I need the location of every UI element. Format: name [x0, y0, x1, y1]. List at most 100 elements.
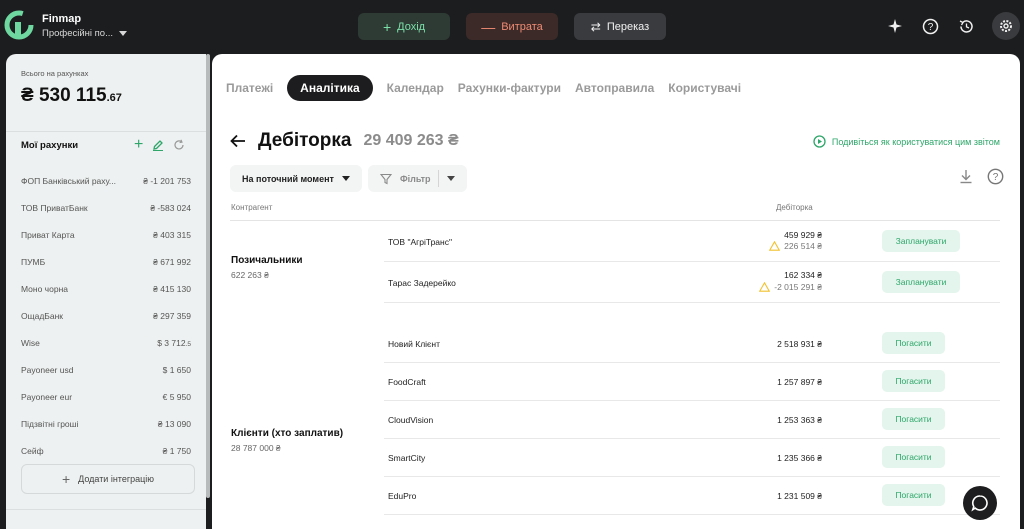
transfer-arrows-icon: ⇄: [590, 19, 601, 34]
receivable-amount: 1 235 366 ₴: [777, 453, 822, 463]
main-panel: Платежі Аналітика Календар Рахунки-факту…: [212, 54, 1020, 529]
repay-button[interactable]: Погасити: [882, 370, 945, 392]
add-income-button[interactable]: + Дохід: [358, 13, 450, 40]
add-integration-button[interactable]: + Додати інтеграцію: [21, 464, 195, 494]
edit-pencil-icon[interactable]: [152, 139, 164, 151]
download-icon[interactable]: [959, 169, 973, 184]
account-row[interactable]: Payoneer usd $ 1 650: [21, 356, 191, 383]
back-arrow-icon[interactable]: [230, 134, 246, 148]
refresh-icon[interactable]: [173, 139, 185, 151]
counterparty-name: SmartCity: [388, 453, 426, 463]
account-balance: ₴ -583 024: [150, 202, 191, 213]
how-to-use-link[interactable]: Подивіться як користуватися цим звітом: [813, 135, 1000, 148]
filter-label: Фільтр: [399, 173, 431, 184]
tab-invoices[interactable]: Рахунки-фактури: [458, 75, 561, 101]
counterparty-name: CloudVision: [388, 415, 434, 425]
repay-button[interactable]: Погасити: [882, 484, 945, 506]
how-to-use-label: Подивіться як користуватися цим звітом: [831, 136, 1000, 147]
period-dropdown[interactable]: На поточний момент: [230, 165, 362, 192]
counterparty-name: FoodCraft: [388, 377, 426, 387]
help-icon[interactable]: ?: [919, 15, 941, 37]
sparkle-icon[interactable]: [884, 15, 906, 37]
account-name: Wise: [21, 337, 40, 348]
finmap-logo-icon[interactable]: [4, 10, 34, 40]
report-header: Дебіторка 29 409 263 ₴: [230, 130, 459, 152]
filter-dropdown[interactable]: Фільтр: [367, 165, 468, 192]
column-header-counterparty: Контрагент: [231, 203, 273, 212]
add-account-icon[interactable]: +: [134, 137, 143, 153]
accounts-actions: +: [134, 137, 185, 153]
account-row[interactable]: ОщадБанк ₴ 297 359: [21, 302, 191, 329]
repay-button[interactable]: Погасити: [882, 408, 945, 430]
add-transfer-label: Переказ: [606, 20, 650, 33]
account-name: Підзвітні гроші: [21, 418, 79, 429]
tab-users[interactable]: Користувачі: [668, 75, 741, 101]
column-header-receivable: Дебіторка: [776, 203, 813, 212]
account-balance: € 5 950: [162, 391, 191, 402]
accounts-sidebar: Всього на рахунках ₴ 530 115.67 Мої раху…: [6, 54, 206, 529]
total-balance: ₴ 530 115.67: [21, 85, 122, 107]
account-name: ТОВ ПриватБанк: [21, 202, 88, 213]
account-row[interactable]: Wise $ 3 712.5: [21, 329, 191, 356]
plus-icon: +: [61, 471, 71, 487]
overdue-value: 226 514 ₴: [784, 241, 822, 251]
add-expense-button[interactable]: — Витрата: [466, 13, 558, 40]
account-row[interactable]: ТОВ ПриватБанк ₴ -583 024: [21, 194, 191, 221]
overdue-amount: -2 015 291 ₴: [759, 282, 822, 292]
repay-button[interactable]: Погасити: [882, 332, 945, 354]
add-transfer-button[interactable]: ⇄ Переказ: [574, 13, 666, 40]
minus-icon: —: [481, 18, 496, 35]
table-row[interactable]: CloudVision 1 253 363 ₴ Погасити: [384, 401, 1000, 439]
counterparty-name: Тарас Задерейко: [388, 278, 456, 288]
account-balance: ₴ 13 090: [157, 418, 191, 429]
add-income-label: Дохід: [397, 20, 426, 33]
total-balance-main: ₴ 530 115: [21, 85, 107, 106]
receivable-amount: 1 253 363 ₴: [777, 415, 822, 425]
account-balance: $ 1 650: [162, 364, 191, 375]
add-expense-label: Витрата: [501, 20, 543, 33]
tab-calendar[interactable]: Календар: [387, 75, 444, 101]
account-row[interactable]: ПУМБ ₴ 671 992: [21, 248, 191, 275]
account-balance: ₴ 415 130: [153, 283, 191, 294]
tab-autorules[interactable]: Автоправила: [575, 75, 654, 101]
account-balance: ₴ -1 201 753: [143, 175, 191, 186]
table-row[interactable]: FoodCraft 1 257 897 ₴ Погасити: [384, 363, 1000, 401]
sidebar-scrollbar[interactable]: [206, 54, 210, 498]
svg-text:?: ?: [927, 22, 933, 33]
play-circle-icon: [813, 135, 826, 148]
account-row[interactable]: Payoneer eur € 5 950: [21, 383, 191, 410]
group-sum: 622 263 ₴: [231, 270, 269, 280]
table-row[interactable]: EduPro 1 231 509 ₴ Погасити: [384, 477, 1000, 515]
table-row[interactable]: Тарас Задерейко 162 334 ₴ -2 015 291 ₴ З…: [384, 262, 1000, 303]
account-name: ФОП Банківський раху...: [21, 175, 117, 186]
account-name: ОщадБанк: [21, 310, 64, 321]
account-name: ПУМБ: [21, 256, 46, 267]
workspace-selector[interactable]: Професійні по...: [42, 28, 128, 39]
account-row[interactable]: Підзвітні гроші ₴ 13 090: [21, 410, 191, 437]
accounts-title: Мої рахунки: [21, 140, 79, 151]
account-name: Payoneer usd: [21, 364, 74, 375]
table-row[interactable]: SmartCity 1 235 366 ₴ Погасити: [384, 439, 1000, 477]
funnel-icon: [379, 173, 392, 184]
schedule-button[interactable]: Запланувати: [882, 271, 960, 293]
help-icon[interactable]: ?: [987, 168, 1004, 185]
tab-payments[interactable]: Платежі: [226, 75, 273, 101]
account-row[interactable]: ФОП Банківський раху... ₴ -1 201 753: [21, 167, 191, 194]
schedule-button[interactable]: Запланувати: [882, 230, 960, 252]
table-row[interactable]: ТОВ "АгріТранс" 459 929 ₴ 226 514 ₴ Запл…: [384, 221, 1000, 262]
counterparty-name: Новий Клієнт: [388, 339, 440, 349]
receivable-amount: 162 334 ₴: [784, 270, 822, 280]
top-bar: Finmap Професійні по... + Дохід — Витрат…: [0, 0, 1024, 52]
account-row[interactable]: Сейф ₴ 1 750: [21, 437, 191, 464]
repay-button[interactable]: Погасити: [882, 446, 945, 468]
account-balance: ₴ 671 992: [153, 256, 191, 267]
table-row[interactable]: Новий Клієнт 2 518 931 ₴ Погасити: [384, 325, 1000, 363]
history-icon[interactable]: [955, 15, 977, 37]
group-name: Клієнти (хто заплатив): [231, 428, 344, 439]
filter-bar: На поточний момент Фільтр: [230, 165, 468, 192]
chat-button[interactable]: [963, 486, 997, 520]
account-row[interactable]: Моно чорна ₴ 415 130: [21, 275, 191, 302]
account-row[interactable]: Приват Карта ₴ 403 315: [21, 221, 191, 248]
settings-button[interactable]: [992, 12, 1020, 40]
tab-analytics[interactable]: Аналітика: [287, 75, 373, 101]
